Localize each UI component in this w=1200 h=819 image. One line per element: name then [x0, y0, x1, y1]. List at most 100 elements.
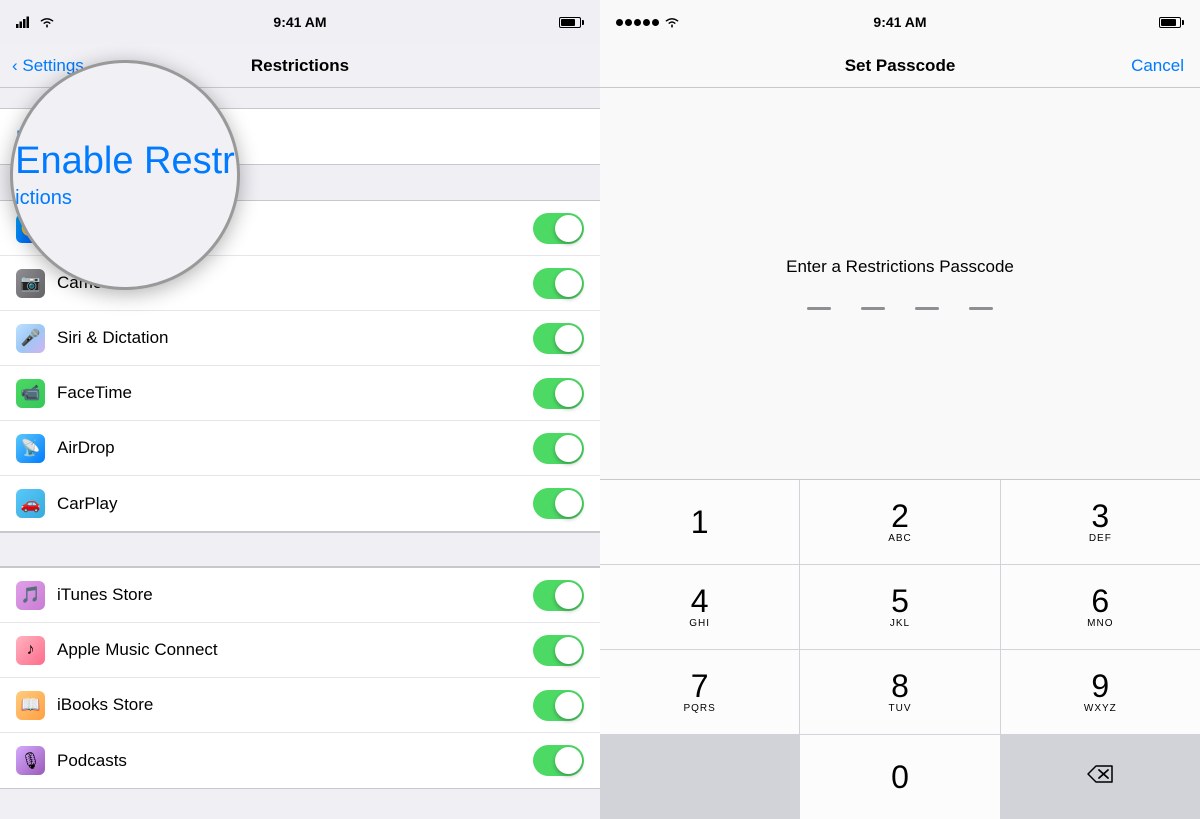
app-row[interactable]: 🎙 Podcasts — [0, 733, 600, 788]
app-name: Podcasts — [57, 751, 533, 771]
key-number: 6 — [1091, 585, 1109, 617]
app-name: Siri & Dictation — [57, 328, 533, 348]
numpad-key-2[interactable]: 2ABC — [800, 480, 999, 564]
section-spacer-2 — [0, 532, 600, 567]
toggle-thumb — [555, 435, 582, 462]
numpad-key-6[interactable]: 6MNO — [1001, 565, 1200, 649]
cancel-button[interactable]: Cancel — [1131, 56, 1184, 76]
toggle-switch[interactable] — [533, 580, 584, 611]
toggle-switch[interactable] — [533, 488, 584, 519]
key-letters: ABC — [888, 533, 912, 544]
app-name: AirDrop — [57, 438, 533, 458]
passcode-dash-3 — [915, 307, 939, 310]
passcode-dash-1 — [807, 307, 831, 310]
passcode-area: Enter a Restrictions Passcode — [600, 88, 1200, 479]
app-icon: 📹 — [16, 379, 45, 408]
key-letters: TUV — [888, 703, 911, 714]
key-letters: DEF — [1089, 533, 1112, 544]
app-row[interactable]: 📡 AirDrop — [0, 421, 600, 476]
passcode-nav: Set Passcode Cancel — [600, 44, 1200, 88]
numpad-key-3[interactable]: 3DEF — [1001, 480, 1200, 564]
app-row[interactable]: 🎤 Siri & Dictation — [0, 311, 600, 366]
numpad-empty — [600, 735, 799, 819]
app-name: iBooks Store — [57, 695, 533, 715]
passcode-prompt: Enter a Restrictions Passcode — [786, 257, 1014, 277]
left-panel: 9:41 AM ‹ Settings Restrictions Enable R… — [0, 0, 600, 819]
toggle-thumb — [555, 692, 582, 719]
app-icon: 📖 — [16, 691, 45, 720]
numpad-key-1[interactable]: 1 — [600, 480, 799, 564]
toggle-thumb — [555, 270, 582, 297]
wifi-icon-left — [39, 16, 55, 28]
key-letters: WXYZ — [1084, 703, 1117, 714]
magnify-subtitle: ictions — [15, 187, 235, 210]
toggle-switch[interactable] — [533, 323, 584, 354]
status-bar-left: 9:41 AM — [0, 0, 600, 44]
key-letters: MNO — [1087, 618, 1113, 629]
signal-dot-4 — [643, 19, 650, 26]
toggle-switch[interactable] — [533, 213, 584, 244]
signal-dot-3 — [634, 19, 641, 26]
app-name: FaceTime — [57, 383, 533, 403]
signal-dot-2 — [625, 19, 632, 26]
content-apps-section: 🎵iTunes Store ♪ Apple Music Connect 📖 iBooks… — [0, 567, 600, 789]
app-icon: 🚗 — [16, 489, 45, 518]
signal-dot-5 — [652, 19, 659, 26]
signal-icon — [16, 16, 32, 28]
app-row[interactable]: 📹 FaceTime — [0, 366, 600, 421]
battery-left — [559, 17, 584, 28]
key-number: 2 — [891, 500, 909, 532]
app-row[interactable]: ♪ Apple Music Connect — [0, 623, 600, 678]
key-number: 8 — [891, 670, 909, 702]
app-row[interactable]: 📖 iBooks Store — [0, 678, 600, 733]
toggle-switch[interactable] — [533, 745, 584, 776]
toggle-switch[interactable] — [533, 690, 584, 721]
toggle-thumb — [555, 747, 582, 774]
app-row[interactable]: 🚗CarPlay — [0, 476, 600, 531]
numpad-key-8[interactable]: 8TUV — [800, 650, 999, 734]
numpad: 12ABC3DEF4GHI5JKL6MNO7PQRS8TUV9WXYZ0 — [600, 479, 1200, 819]
passcode-nav-title: Set Passcode — [845, 56, 956, 76]
key-number: 4 — [691, 585, 709, 617]
toggle-thumb — [555, 380, 582, 407]
magnify-overlay: Enable Restr ictions — [10, 60, 240, 290]
numpad-delete-key[interactable] — [1001, 735, 1200, 819]
signal-dot-1 — [616, 19, 623, 26]
delete-symbol — [1086, 764, 1114, 790]
numpad-key-7[interactable]: 7PQRS — [600, 650, 799, 734]
passcode-dots — [807, 307, 993, 310]
app-icon: 🎙 — [16, 746, 45, 775]
status-bar-right: 9:41 AM — [600, 0, 1200, 44]
numpad-key-0[interactable]: 0 — [800, 735, 999, 819]
app-name: iTunes Store — [57, 585, 533, 605]
wifi-icon-right — [664, 16, 680, 28]
time-left: 9:41 AM — [273, 14, 326, 30]
passcode-dash-2 — [861, 307, 885, 310]
key-number: 9 — [1091, 670, 1109, 702]
key-number: 0 — [891, 761, 909, 793]
battery-right — [1159, 17, 1184, 28]
magnify-title: Enable Restr — [15, 140, 235, 183]
toggle-switch[interactable] — [533, 378, 584, 409]
toggle-thumb — [555, 582, 582, 609]
key-number: 3 — [1091, 500, 1109, 532]
toggle-switch[interactable] — [533, 433, 584, 464]
numpad-key-9[interactable]: 9WXYZ — [1001, 650, 1200, 734]
app-name: Apple Music Connect — [57, 640, 533, 660]
toggle-thumb — [555, 637, 582, 664]
right-panel: 9:41 AM Set Passcode Cancel Enter a Rest… — [600, 0, 1200, 819]
key-number: 5 — [891, 585, 909, 617]
app-row[interactable]: 🎵iTunes Store — [0, 568, 600, 623]
app-icon: 🎤 — [16, 324, 45, 353]
toggle-thumb — [555, 325, 582, 352]
toggle-switch[interactable] — [533, 268, 584, 299]
toggle-switch[interactable] — [533, 635, 584, 666]
numpad-key-5[interactable]: 5JKL — [800, 565, 999, 649]
app-icon: 📷 — [16, 269, 45, 298]
app-icon: 📡 — [16, 434, 45, 463]
key-letters: GHI — [689, 618, 710, 629]
key-letters: JKL — [890, 618, 910, 629]
numpad-key-4[interactable]: 4GHI — [600, 565, 799, 649]
passcode-dash-4 — [969, 307, 993, 310]
app-icon: ♪ — [16, 636, 45, 665]
